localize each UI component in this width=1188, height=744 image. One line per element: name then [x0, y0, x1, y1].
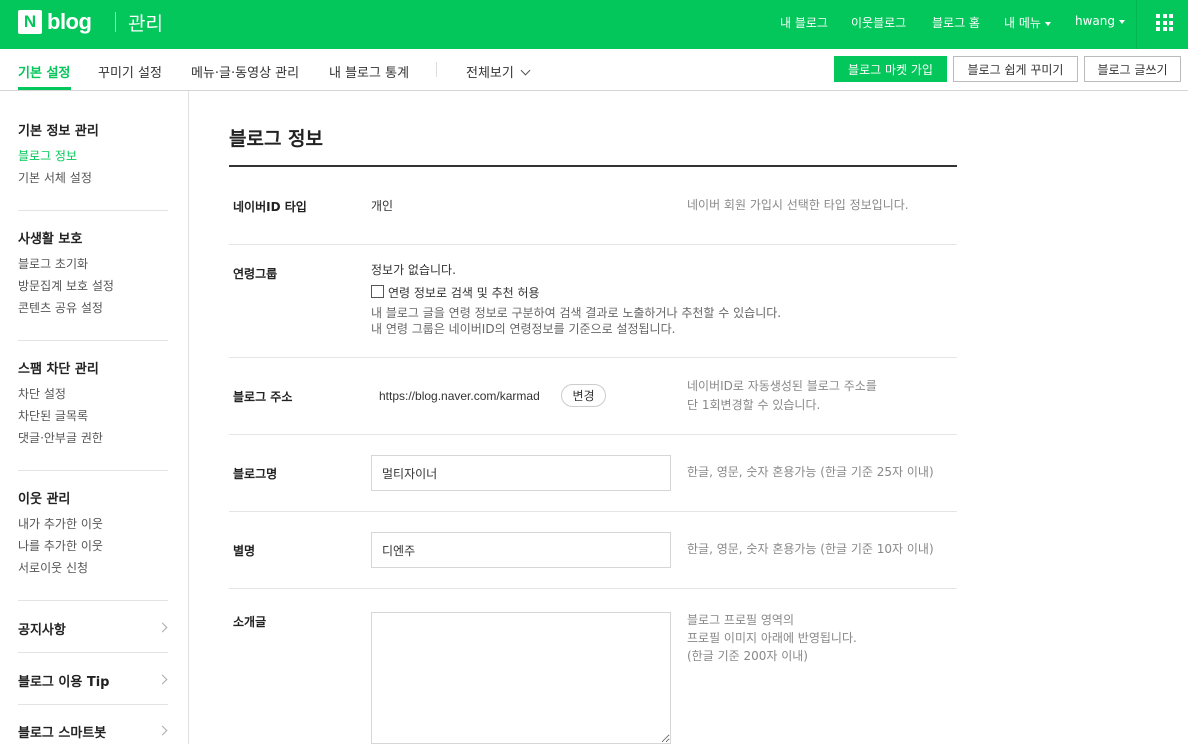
title-rule — [229, 165, 957, 167]
intro-help: (한글 기준 200자 이내) — [687, 649, 808, 663]
nickname-label: 별명 — [233, 544, 256, 558]
intro-textarea[interactable] — [371, 612, 671, 744]
sidebar-divider — [18, 340, 168, 341]
chevron-right-icon — [157, 622, 168, 633]
naver-blog-logo[interactable]: N blog — [18, 9, 92, 34]
page-title: 블로그 정보 — [229, 128, 324, 150]
sidebar-divider — [18, 600, 168, 601]
tab-decorate-settings[interactable]: 꾸미기 설정 — [98, 62, 162, 81]
tab-blog-stats[interactable]: 내 블로그 통계 — [329, 62, 409, 81]
caret-down-icon — [1119, 19, 1125, 24]
row-divider — [229, 434, 957, 435]
blog-address-help: 네이버ID로 자동생성된 블로그 주소를 — [687, 379, 877, 393]
sidebar-divider — [18, 470, 168, 471]
row-divider — [229, 588, 957, 589]
id-type-help: 네이버 회원 가입시 선택한 타입 정보입니다. — [687, 198, 909, 212]
section-title: 관리 — [128, 13, 163, 35]
sidebar-item-followers[interactable]: 나를 추가한 이웃 — [18, 537, 103, 554]
chevron-right-icon — [157, 674, 168, 685]
row-divider — [229, 357, 957, 358]
sidebar-item-blog-info[interactable]: 블로그 정보 — [18, 147, 77, 164]
view-all-dropdown[interactable]: 전체보기 — [466, 62, 531, 81]
id-type-label: 네이버ID 타입 — [233, 200, 307, 214]
sidebar-group-title: 기본 정보 관리 — [18, 124, 99, 139]
sub-nav: 기본 설정 꾸미기 설정 메뉴·글·동영상 관리 내 블로그 통계 전체보기 블… — [0, 49, 1188, 91]
nickname-help: 한글, 영문, 숫자 혼용가능 (한글 기준 10자 이내) — [687, 542, 934, 556]
sidebar-link-notice[interactable]: 공지사항 — [18, 619, 66, 638]
sidebar-group-title: 이웃 관리 — [18, 492, 71, 507]
age-search-checkbox-label[interactable]: 연령 정보로 검색 및 추천 허용 — [388, 284, 540, 301]
apps-grid-icon[interactable] — [1156, 14, 1173, 31]
sidebar-item-content-share[interactable]: 콘텐츠 공유 설정 — [18, 299, 103, 316]
top-bar-divider — [1136, 0, 1137, 49]
chevron-down-icon — [520, 65, 531, 76]
logo-text: blog — [47, 9, 92, 34]
nav-my-blog[interactable]: 내 블로그 — [780, 14, 828, 31]
sidebar-divider — [18, 652, 168, 653]
sidebar-item-comment-permission[interactable]: 댓글·안부글 권한 — [18, 429, 103, 446]
chevron-right-icon — [157, 725, 168, 736]
view-all-label: 전체보기 — [466, 66, 514, 81]
nav-user-menu[interactable]: hwang — [1075, 14, 1125, 28]
blog-address-value: https://blog.naver.com/karmad — [379, 389, 540, 403]
age-group-label: 연령그룹 — [233, 267, 278, 281]
change-address-button[interactable]: 변경 — [561, 384, 606, 407]
blog-market-join-button[interactable]: 블로그 마켓 가입 — [834, 56, 947, 82]
age-group-desc: 내 연령 그룹은 네이버ID의 연령정보를 기준으로 설정됩니다. — [371, 322, 676, 336]
nav-blog-home[interactable]: 블로그 홈 — [932, 14, 980, 31]
sidebar-divider — [18, 704, 168, 705]
sidebar: 기본 정보 관리 블로그 정보 기본 서체 설정 사생활 보호 블로그 초기화 … — [0, 91, 189, 744]
intro-label: 소개글 — [233, 615, 267, 629]
logo-divider — [115, 12, 116, 32]
id-type-value: 개인 — [371, 199, 394, 213]
age-group-desc: 내 블로그 글을 연령 정보로 구분하여 검색 결과로 노출하거나 추천할 수 … — [371, 306, 782, 320]
row-divider — [229, 244, 957, 245]
sidebar-link-tips[interactable]: 블로그 이용 Tip — [18, 671, 109, 690]
active-tab-indicator — [18, 87, 71, 90]
sidebar-group-title: 스팸 차단 관리 — [18, 362, 99, 377]
subnav-divider — [436, 62, 437, 77]
user-name: hwang — [1075, 14, 1115, 28]
tab-basic-settings[interactable]: 기본 설정 — [18, 62, 70, 81]
caret-down-icon — [1044, 21, 1051, 26]
blog-name-input[interactable] — [371, 455, 671, 491]
write-post-button[interactable]: 블로그 글쓰기 — [1084, 56, 1181, 82]
top-bar: N blog 관리 내 블로그 이웃블로그 블로그 홈 내 메뉴 hwang — [0, 0, 1188, 49]
sidebar-item-blog-reset[interactable]: 블로그 초기화 — [18, 255, 88, 272]
intro-help: 프로필 이미지 아래에 반영됩니다. — [687, 631, 857, 645]
easy-decorate-button[interactable]: 블로그 쉽게 꾸미기 — [953, 56, 1078, 82]
intro-help: 블로그 프로필 영역의 — [687, 613, 794, 627]
sidebar-divider — [18, 210, 168, 211]
sidebar-group-title: 사생활 보호 — [18, 232, 83, 247]
blog-address-help: 단 1회변경할 수 있습니다. — [687, 398, 821, 412]
naver-n-icon: N — [18, 10, 42, 34]
sidebar-item-font-settings[interactable]: 기본 서체 설정 — [18, 169, 92, 186]
sidebar-item-my-neighbors[interactable]: 내가 추가한 이웃 — [18, 515, 103, 532]
blog-name-help: 한글, 영문, 숫자 혼용가능 (한글 기준 25자 이내) — [687, 465, 934, 479]
nav-my-menu-label: 내 메뉴 — [1004, 16, 1041, 30]
sidebar-link-smartbot[interactable]: 블로그 스마트봇 — [18, 722, 106, 741]
age-search-checkbox[interactable] — [371, 285, 384, 298]
sidebar-item-blocked-posts[interactable]: 차단된 글목록 — [18, 407, 88, 424]
nav-neighbor-blog[interactable]: 이웃블로그 — [851, 14, 906, 31]
blog-name-label: 블로그명 — [233, 467, 278, 481]
blog-address-label: 블로그 주소 — [233, 390, 293, 404]
sidebar-item-visit-protection[interactable]: 방문집계 보호 설정 — [18, 277, 114, 294]
sidebar-item-block-settings[interactable]: 차단 설정 — [18, 385, 66, 402]
tab-content-management[interactable]: 메뉴·글·동영상 관리 — [191, 62, 299, 81]
sidebar-item-mutual-requests[interactable]: 서로이웃 신청 — [18, 559, 88, 576]
nickname-input[interactable] — [371, 532, 671, 568]
nav-my-menu[interactable]: 내 메뉴 — [1004, 14, 1051, 31]
age-group-value: 정보가 없습니다. — [371, 263, 456, 277]
row-divider — [229, 511, 957, 512]
